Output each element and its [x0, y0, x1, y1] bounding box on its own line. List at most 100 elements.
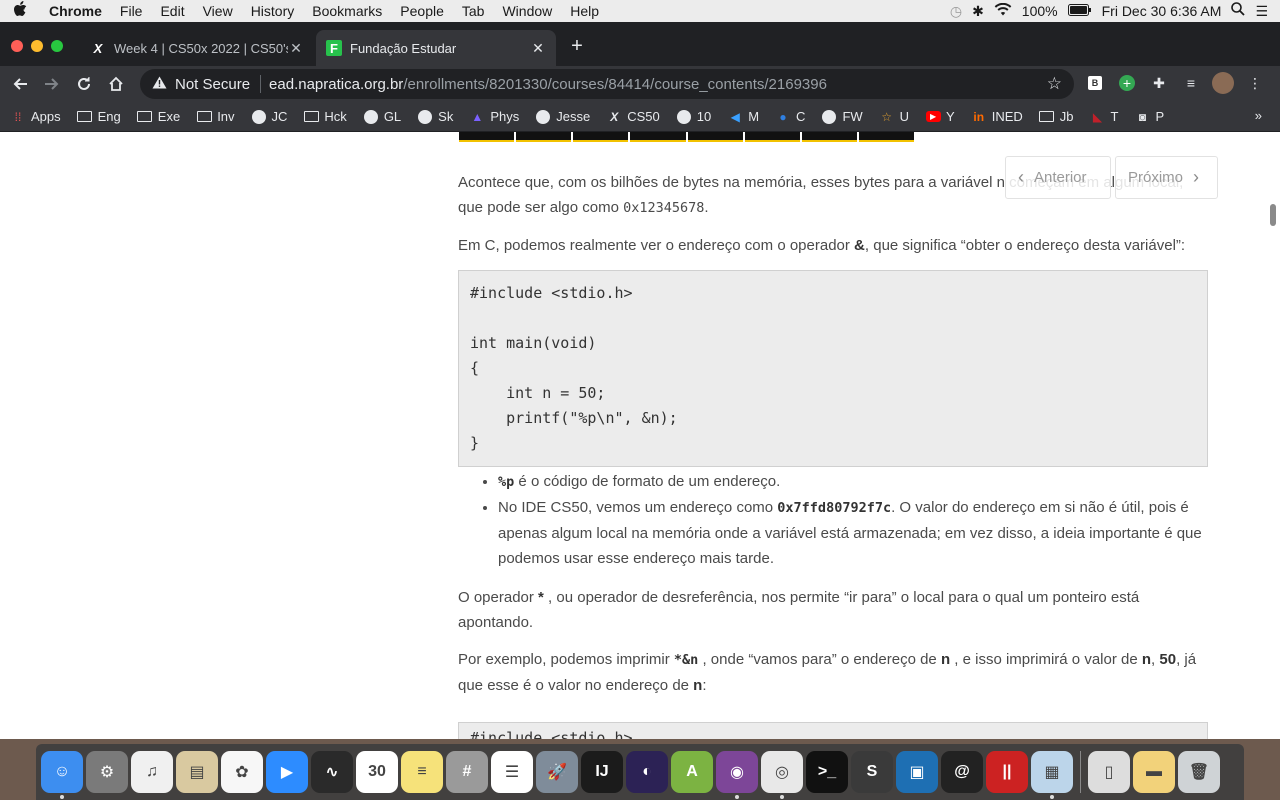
- extension-plus-icon[interactable]: +: [1114, 70, 1140, 96]
- bookmark-c[interactable]: ● C: [775, 109, 805, 124]
- url-path: /enrollments/8201330/courses/84414/cours…: [403, 75, 827, 93]
- bookmark-jesse[interactable]: Jesse: [535, 109, 590, 124]
- dock-chrome-icon[interactable]: ◎: [761, 751, 803, 799]
- dock-image-viewer-icon[interactable]: ▦: [1031, 751, 1073, 799]
- dock-parallels-icon[interactable]: ||: [986, 751, 1028, 793]
- menu-chrome[interactable]: Chrome: [40, 0, 111, 22]
- battery-percent[interactable]: 100%: [1022, 0, 1058, 22]
- dock-terminal-icon[interactable]: >_: [806, 751, 848, 793]
- dock-downloads-stack-icon[interactable]: ▬: [1133, 751, 1175, 793]
- tab-close-icon[interactable]: ✕: [288, 40, 304, 57]
- tab-close-icon[interactable]: ✕: [530, 40, 546, 57]
- dock-launchpad-icon[interactable]: 🚀: [536, 751, 578, 793]
- dock-zoom-icon[interactable]: ▶: [266, 751, 308, 793]
- dock-activity-monitor-icon[interactable]: ∿: [311, 751, 353, 793]
- wifi-icon[interactable]: [994, 0, 1012, 22]
- menu-history[interactable]: History: [242, 0, 304, 22]
- bookmark-y[interactable]: ▶ Y: [925, 109, 955, 124]
- bookmark-cs50[interactable]: X CS50: [606, 109, 660, 124]
- bookmark-apps[interactable]: ⁞⁞ Apps: [10, 109, 61, 124]
- bookmark-p[interactable]: ◙ P: [1134, 109, 1164, 124]
- dock-trash-icon[interactable]: 🗑: [1178, 751, 1220, 793]
- profile-avatar[interactable]: [1210, 70, 1236, 96]
- extensions-puzzle-icon[interactable]: ✚: [1146, 70, 1172, 96]
- bookmark-label: U: [899, 109, 910, 124]
- home-button[interactable]: [100, 68, 132, 100]
- battery-icon[interactable]: [1067, 0, 1092, 22]
- bookmark-label: Y: [946, 109, 955, 124]
- apple-icon[interactable]: [0, 1, 40, 21]
- bookmark-inv[interactable]: Inv: [196, 109, 235, 124]
- bookmark-jc[interactable]: JC: [251, 109, 287, 124]
- dock-itunes-icon[interactable]: ♫: [131, 751, 173, 793]
- folder-icon: [137, 110, 153, 124]
- not-secure-label[interactable]: Not Secure: [175, 76, 250, 93]
- next-lesson-button[interactable]: Próximo ›: [1115, 156, 1218, 199]
- reading-list-icon[interactable]: ≡: [1178, 70, 1204, 96]
- bookmark-sk[interactable]: Sk: [417, 109, 453, 124]
- menu-edit[interactable]: Edit: [151, 0, 193, 22]
- tab-week4-cs50x[interactable]: X Week 4 | CS50x 2022 | CS50's ✕: [80, 30, 314, 66]
- spotlight-icon[interactable]: [1231, 0, 1246, 22]
- chrome-menu-icon[interactable]: ⋮: [1242, 70, 1268, 96]
- warning-icon[interactable]: [152, 76, 167, 92]
- reload-button[interactable]: [68, 68, 100, 100]
- back-button[interactable]: [4, 68, 36, 100]
- tab-fundacao-estudar[interactable]: F Fundação Estudar ✕: [316, 30, 556, 66]
- youtube-icon: ▶: [925, 110, 941, 124]
- dock-preview-icon[interactable]: ▤: [176, 751, 218, 793]
- dock-tor-browser-icon[interactable]: ◉: [716, 751, 758, 799]
- previous-lesson-button[interactable]: ‹ Anterior: [1005, 156, 1111, 199]
- forward-button[interactable]: [36, 68, 68, 100]
- code-block-dereference: #include <stdio.h>: [458, 722, 1208, 739]
- bookmark-star-icon[interactable]: ☆: [1047, 74, 1062, 94]
- dock-sublime-text-icon[interactable]: S: [851, 751, 893, 793]
- dock-calendar-icon[interactable]: 30: [356, 751, 398, 793]
- extension-b-icon[interactable]: B: [1082, 70, 1108, 96]
- dock-documents-stack-icon[interactable]: ▯: [1088, 751, 1130, 793]
- bookmark-ined[interactable]: in INED: [971, 109, 1022, 124]
- dock-system-preferences-icon[interactable]: ⚙: [86, 751, 128, 793]
- bookmark-eng[interactable]: Eng: [77, 109, 121, 124]
- dock-finder-icon[interactable]: ☺: [41, 751, 83, 799]
- dock-eclipse-icon[interactable]: ◐: [626, 751, 668, 793]
- dock-virtualbox-icon[interactable]: ▣: [896, 751, 938, 793]
- dock-android-studio-icon[interactable]: A: [671, 751, 713, 793]
- new-tab-button[interactable]: +: [566, 35, 588, 57]
- bluetooth-icon[interactable]: ✱: [972, 0, 984, 22]
- menu-window[interactable]: Window: [493, 0, 561, 22]
- dock-reminders-icon[interactable]: ☰: [491, 751, 533, 793]
- bookmark-m[interactable]: ◀ M: [727, 109, 759, 124]
- page-scrollbar[interactable]: [1270, 204, 1276, 226]
- bookmarks-overflow-icon[interactable]: »: [1255, 108, 1262, 123]
- bookmark-t[interactable]: ◣ T: [1090, 109, 1119, 124]
- bookmark-u[interactable]: ☆ U: [879, 109, 909, 124]
- clock[interactable]: Fri Dec 30 6:36 AM: [1102, 0, 1222, 22]
- bookmark-gl[interactable]: GL: [363, 109, 401, 124]
- bookmark-exe[interactable]: Exe: [137, 109, 180, 124]
- c-icon: ●: [779, 109, 787, 124]
- address-bar[interactable]: Not Secure ead.napratica.org.br /enrollm…: [140, 69, 1074, 99]
- dock-intellij-icon[interactable]: IJ: [581, 751, 623, 793]
- bookmark-jb[interactable]: Jb: [1039, 109, 1074, 124]
- dock-calculator-icon[interactable]: #: [446, 751, 488, 793]
- time-machine-icon[interactable]: ◷: [950, 0, 962, 22]
- dock-photos-icon[interactable]: ✿: [221, 751, 263, 793]
- bookmark-hck[interactable]: Hck: [303, 109, 347, 124]
- menu-help[interactable]: Help: [561, 0, 608, 22]
- dock-debian-icon[interactable]: @: [941, 751, 983, 793]
- bookmark-fw[interactable]: FW: [821, 109, 863, 124]
- menu-bookmarks[interactable]: Bookmarks: [303, 0, 391, 22]
- menu-file[interactable]: File: [111, 0, 152, 22]
- dock-notes-icon[interactable]: ≡: [401, 751, 443, 793]
- bookmark-phys[interactable]: ▲ Phys: [469, 109, 519, 124]
- menu-people[interactable]: People: [391, 0, 453, 22]
- folder-icon: [303, 110, 319, 124]
- bookmark-10[interactable]: 10: [676, 109, 711, 124]
- close-window-button[interactable]: [11, 40, 23, 52]
- minimize-window-button[interactable]: [31, 40, 43, 52]
- maximize-window-button[interactable]: [51, 40, 63, 52]
- menu-view[interactable]: View: [194, 0, 242, 22]
- notification-center-icon[interactable]: ☰: [1255, 0, 1268, 22]
- menu-tab[interactable]: Tab: [453, 0, 494, 22]
